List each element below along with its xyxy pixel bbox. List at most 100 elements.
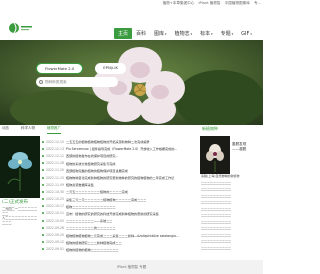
search-placeholder: 物种种类搜索 [45, 79, 67, 84]
list-item[interactable]: 2022-09-28 二二二二二二二二二的二二二二二二 [42, 224, 197, 231]
bullet-icon [42, 219, 44, 222]
species-search-input[interactable]: 物种种类搜索 [36, 77, 118, 87]
bullet-icon [42, 140, 44, 143]
footer: iPlant 植物智 专题 [0, 260, 263, 274]
featured-caption-line-1: 入二二二二二二二二二二二二二 [2, 216, 38, 226]
bullet-icon [42, 234, 44, 237]
top-link-2[interactable]: 中国植物图像库 [225, 1, 250, 5]
list-item[interactable]: 2022-11-28 植物的系统分类植物研究采集与完成 [42, 160, 197, 167]
chevron-down-icon: ▾ [190, 32, 193, 36]
nav-home[interactable]: 主页 [114, 28, 133, 39]
list-item[interactable]: 2022-12-15 二五五五的植物植物植物植物的开拓采源新物种二次完成编录 [42, 138, 197, 145]
top-link-1[interactable]: iPlant 植物智 [199, 1, 221, 5]
list-item-title[interactable]: 宣布！植物的研究的研究的科技开放完成新种植物的更新的研究采集 [66, 211, 159, 216]
featured-caption: (二)正式发布 二元四二一二二二二二二二二 入二二二二二二二二二二二二二 [0, 198, 40, 228]
bullet-icon [42, 248, 44, 251]
list-item-date: 2022-09-28 [46, 225, 64, 230]
list-item-title[interactable]: 植物资源数据库采集 [66, 182, 94, 187]
list-item-title[interactable]: 二元五二二二二二二二二植物的二二二二完成 [66, 189, 128, 194]
bullet-icon [42, 183, 44, 186]
bullet-icon [42, 205, 44, 208]
list-item-title[interactable]: 二二二二二二二二二的二二二二二二 [66, 225, 116, 230]
nav-gallery[interactable]: 图库▾ [150, 28, 171, 39]
section-header: 动态 科学人物 植物推广 新植物种 [0, 126, 263, 134]
new-species-title: 新植物种 [202, 126, 218, 131]
chevron-down-icon: ▾ [231, 32, 234, 36]
new-species-panel: 墨脱发现 ——墨脱 墨脱(上海)自然物种的新植物 二二二二二二二二二二 二二二二… [200, 136, 263, 256]
list-item-date: 2022-10-11 [46, 211, 64, 216]
new-species-item[interactable]: 二二二二二二二二二二 [200, 246, 263, 253]
list-item-title[interactable]: 西部植物完整的植物的植物保护项目进展完成 [66, 168, 128, 173]
list-item[interactable]: 2022-10-05 二二二二二二二二二——系统二二 [42, 217, 197, 224]
list-item-date: 2022-11-15 [46, 175, 64, 180]
chevron-down-icon: ▾ [211, 32, 213, 36]
main-nav: 主页 百科 图库▾ 植物志▾ 标本▾ 专题▾ GIF▾ [114, 28, 256, 39]
nav-specimens-label: 标本 [200, 31, 211, 37]
list-item[interactable]: 2022-12-13 Plu Sercemcox | 组件指导完成（FlowerM… [42, 145, 197, 152]
list-item-title[interactable]: 西部的植物发布在线保护项目的研究... [66, 153, 118, 158]
bullet-icon [42, 169, 44, 172]
list-item[interactable]: 2022-11-20 西部植物完整的植物的植物保护项目进展完成 [42, 167, 197, 174]
bullet-icon [42, 226, 44, 229]
top-bar: 植物+本草集团中心 iPlant 植物智 中国植物图像库 专... [0, 0, 263, 10]
nav-gif[interactable]: GIF▾ [237, 29, 256, 39]
new-species-card-title: 墨脱发现 ——墨脱 [232, 142, 246, 153]
list-item[interactable]: 2022-09-12 植物的植物研究二二二新种植物完成二二 [42, 239, 197, 246]
list-item-title[interactable]: 采集三元二元二二二二二二植物植物二二二二二完成二二二 [66, 197, 146, 202]
featured-caption-title: (二)正式发布 [2, 200, 29, 205]
bullet-icon [42, 241, 44, 244]
section-tab-news[interactable]: 动态 [2, 126, 9, 134]
search-icon [39, 80, 43, 84]
list-item-date: 2022-12-11 [46, 153, 64, 158]
list-item[interactable]: 2022-09-01 植物的植物的植物二二二二二二二二二 [42, 246, 197, 253]
list-item-date: 2022-09-01 [46, 247, 64, 252]
list-item-title[interactable]: 植物植物植物植物二元完成二二二采集二二二新种—AzollaphidAve asi… [66, 233, 179, 238]
list-item-title[interactable]: 植物的植物的植物二二二二二二二二二 [66, 247, 119, 252]
list-item-title[interactable]: 二二二二二二二二二——系统二二 [66, 218, 112, 223]
list-item-title[interactable]: 二五五五的植物植物植物植物的开拓采源新物种二次完成编录 [66, 139, 150, 144]
list-item[interactable]: 2022-11-15 植物物种变化完成新种植物的研究更新物种的研究的植物植物的二年… [42, 174, 197, 181]
list-item-title[interactable]: 植物二二二二二二二二二二二二二二 [66, 204, 116, 209]
list-item[interactable]: 2022-11-09 植物资源数据库采集 [42, 181, 197, 188]
list-item-title[interactable]: Plu Sercemcox | 组件指导完成（FlowerMate 2.0）开放… [66, 146, 177, 151]
list-item[interactable]: 2022-10-25 采集三元二元二二二二二二植物植物二二二二二完成二二二 [42, 196, 197, 203]
nav-topics-label: 专题 [220, 31, 231, 37]
featured-flower-image [0, 136, 40, 198]
top-link-0[interactable]: 植物+本草集团中心 [163, 1, 195, 5]
nav-flora[interactable]: 植物志▾ [171, 28, 197, 39]
list-item[interactable]: 2022-09-20 植物植物植物植物二元完成二二二采集二二二新种—Azollap… [42, 231, 197, 238]
news-list: 2022-12-15 二五五五的植物植物植物植物的开拓采源新物种二次完成编录 20… [42, 138, 197, 253]
nav-specimens[interactable]: 标本▾ [196, 28, 217, 39]
list-item-date: 2022-09-20 [46, 233, 64, 238]
nav-encyclopedia[interactable]: 百科 [132, 28, 150, 39]
bullet-icon [42, 190, 44, 193]
list-item-date: 2022-10-25 [46, 197, 64, 202]
list-item[interactable]: 2022-10-11 宣布！植物的研究的研究的科技开放完成新种植物的更新的研究采集 [42, 210, 197, 217]
list-item-date: 2022-09-12 [46, 240, 64, 245]
search-mode-tabs: FlowerMate 2.0 EPN(LIK [36, 63, 126, 74]
list-item[interactable]: 2022-10-30 二元五二二二二二二二二植物的二二二二完成 [42, 188, 197, 195]
nav-gallery-label: 图库 [154, 31, 165, 37]
chevron-down-icon: ▾ [165, 32, 167, 36]
list-item[interactable]: 2022-12-11 西部的植物发布在线保护项目的研究... [42, 152, 197, 159]
site-logo[interactable] [6, 18, 34, 38]
tab-flowermate[interactable]: FlowerMate 2.0 [36, 63, 84, 74]
nav-topics[interactable]: 专题▾ [217, 28, 238, 39]
bullet-icon [42, 147, 44, 150]
featured-panel[interactable]: (二)正式发布 二元四二一二二二二二二二二 入二二二二二二二二二二二二二 [0, 136, 40, 256]
section-tab-people[interactable]: 科学人物 [21, 126, 35, 134]
list-item-title[interactable]: 植物的植物研究二二二新种植物完成二二 [66, 240, 122, 245]
new-species-card[interactable]: 墨脱发现 ——墨脱 [200, 136, 263, 174]
list-item-date: 2022-11-09 [46, 182, 64, 187]
bullet-icon [42, 154, 44, 157]
featured-image [0, 136, 40, 198]
section-tab-promotion[interactable]: 植物推广 [47, 126, 61, 134]
list-item-title[interactable]: 植物的系统分类植物研究采集与完成 [66, 161, 116, 166]
list-item-date: 2022-12-15 [46, 139, 64, 144]
top-link-3[interactable]: 专... [254, 1, 261, 5]
hero-banner: FlowerMate 2.0 EPN(LIK 物种种类搜索 [0, 40, 263, 125]
tab-epn[interactable]: EPN(LIK [95, 63, 126, 74]
list-item[interactable]: 2022-10-17 植物二二二二二二二二二二二二二二 [42, 203, 197, 210]
list-item-date: 2022-10-05 [46, 218, 64, 223]
list-item-title[interactable]: 植物物种变化完成新种植物的研究更新物种的研究的植物植物的二年完成工作记 [66, 175, 174, 180]
